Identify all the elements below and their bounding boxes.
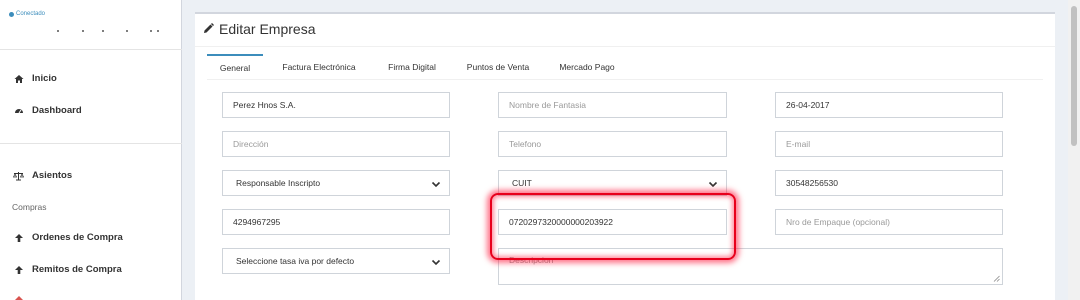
email-input[interactable]: E-mail: [775, 131, 1003, 157]
cbu-input[interactable]: 0720297320000000203922: [498, 209, 727, 235]
home-icon: [13, 73, 24, 84]
select-value: CUIT: [512, 178, 532, 188]
sidebar-item-asientos[interactable]: Asientos: [13, 170, 72, 181]
arrow-up-icon: [13, 232, 24, 243]
select-value: Seleccione tasa iva por defecto: [236, 256, 355, 266]
balance-scale-icon: [13, 170, 24, 181]
sidebar-item-label: Ordenes de Compra: [32, 232, 123, 243]
page-scrollbar[interactable]: [1068, 0, 1080, 300]
pencil-icon: [203, 21, 214, 37]
sidebar-item-remitos-compra[interactable]: Remitos de Compra: [13, 264, 122, 275]
tab-general[interactable]: General: [207, 54, 263, 79]
condicion-iva-select[interactable]: Responsable Inscripto: [222, 170, 450, 196]
tab-firma-digital[interactable]: Firma Digital: [377, 54, 447, 79]
razon-social-input[interactable]: Perez Hnos S.A.: [222, 92, 450, 118]
status-text: Conectado: [16, 11, 46, 17]
direccion-input[interactable]: Dirección: [222, 131, 450, 157]
chevron-down-icon: [431, 259, 441, 266]
tab-mercado-pago[interactable]: Mercado Pago: [547, 54, 627, 79]
nro-empaque-input[interactable]: Nro de Empaque (opcional): [775, 209, 1003, 235]
chevron-down-icon: [708, 181, 718, 188]
page-title: Editar Empresa: [203, 21, 315, 37]
chevron-down-icon: [431, 181, 441, 188]
select-value: Responsable Inscripto: [236, 178, 321, 188]
fecha-input[interactable]: 26-04-2017: [775, 92, 1003, 118]
sidebar-item-partial[interactable]: [13, 294, 24, 300]
tab-factura-electronica[interactable]: Factura Electrónica: [271, 54, 367, 79]
arrow-up-icon: [13, 294, 24, 300]
scrollbar-thumb[interactable]: [1071, 6, 1077, 146]
descripcion-textarea[interactable]: Descripcion: [498, 248, 1003, 285]
sidebar-item-inicio[interactable]: Inicio: [13, 73, 57, 84]
sidebar-item-label: Inicio: [32, 73, 57, 84]
tab-puntos-de-venta[interactable]: Puntos de Venta: [457, 54, 539, 79]
numero-input[interactable]: 4294967295: [222, 209, 450, 235]
tipo-documento-select[interactable]: CUIT: [498, 170, 727, 196]
cuit-input[interactable]: 30548256530: [775, 170, 1003, 196]
tab-bar: General Factura Electrónica Firma Digita…: [207, 54, 1043, 80]
title-divider: [195, 46, 1055, 47]
arrow-up-icon: [13, 264, 24, 275]
company-name-blurred: [57, 30, 159, 32]
page-title-text: Editar Empresa: [219, 21, 316, 37]
sidebar-divider: [0, 49, 182, 50]
textarea-placeholder: Descripcion: [509, 255, 554, 265]
nombre-fantasia-input[interactable]: Nombre de Fantasia: [498, 92, 727, 118]
tasa-iva-select[interactable]: Seleccione tasa iva por defecto: [222, 248, 450, 274]
status-dot-icon: [9, 11, 14, 17]
sidebar-item-ordenes-compra[interactable]: Ordenes de Compra: [13, 232, 123, 243]
sidebar: Conectado Inicio Dashboard Asientos Comp…: [0, 0, 182, 300]
sidebar-section-header: Compras: [12, 202, 47, 212]
telefono-input[interactable]: Telefono: [498, 131, 727, 157]
dashboard-icon: [13, 105, 24, 116]
sidebar-item-dashboard[interactable]: Dashboard: [13, 105, 82, 116]
sidebar-divider: [0, 143, 182, 144]
sidebar-item-label: Remitos de Compra: [32, 264, 122, 275]
sidebar-item-label: Dashboard: [32, 105, 82, 116]
resize-handle-icon[interactable]: [993, 275, 1000, 282]
sidebar-item-label: Asientos: [32, 170, 73, 181]
user-status: Conectado: [9, 11, 45, 17]
